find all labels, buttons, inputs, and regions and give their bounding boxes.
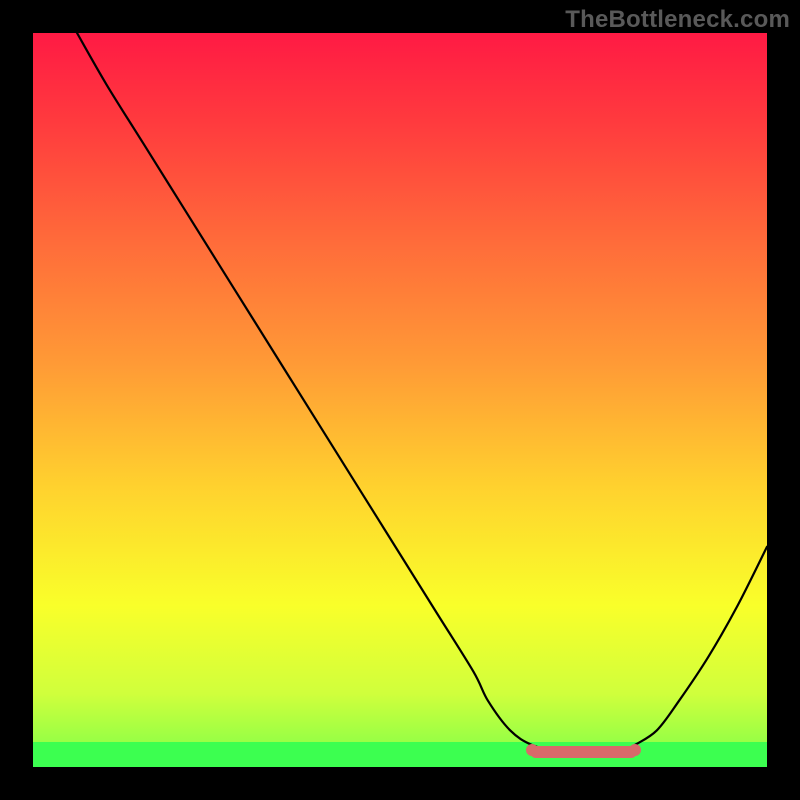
optimal-range-marker	[530, 746, 637, 758]
watermark-text: TheBottleneck.com	[565, 6, 790, 34]
chart-container: TheBottleneck.com	[0, 0, 800, 800]
gradient-background	[33, 33, 767, 767]
plot-area	[33, 33, 767, 767]
